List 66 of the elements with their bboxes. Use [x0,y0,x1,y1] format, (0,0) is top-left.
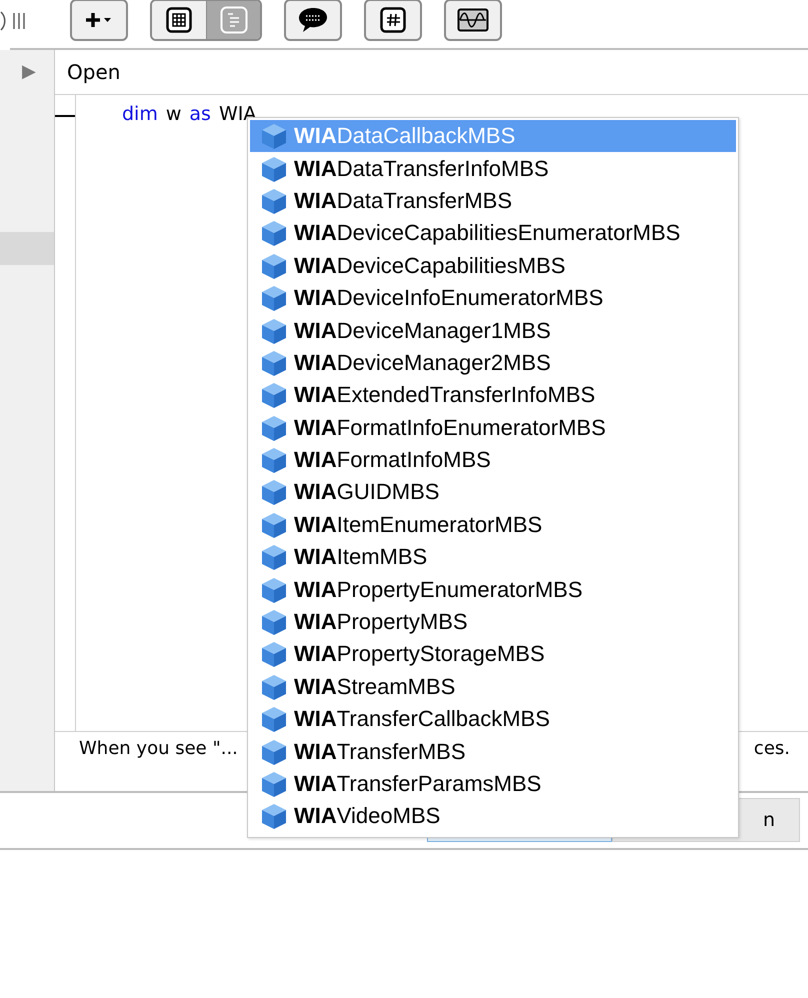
code-keyword: as [189,103,211,127]
autocomplete-item[interactable]: WIADataTransferMBS [250,184,736,218]
autocomplete-item[interactable]: WIATransferParamsMBS [250,768,736,800]
cube-icon [260,672,288,701]
cube-icon [260,478,288,506]
help-text: ces. [754,738,790,761]
autocomplete-item[interactable]: WIAGUIDMBS [250,476,736,509]
autocomplete-item[interactable]: WIATransferCallbackMBS [250,703,736,736]
cube-icon [260,446,288,474]
autocomplete-item[interactable]: WIADeviceCapabilitiesEnumeratorMBS [250,217,736,250]
cube-icon [260,640,288,668]
grid-icon [166,7,192,33]
cube-icon [260,122,288,150]
cube-icon [260,348,288,377]
cube-icon [260,284,288,312]
autocomplete-item[interactable]: WIAFormatInfoEnumeratorMBS [250,412,736,444]
cube-icon [260,510,288,539]
code-keyword: dim [122,103,158,127]
autocomplete-item[interactable]: WIAExtendedTransferInfoMBS [250,379,736,412]
cube-icon [260,770,288,798]
toolbar-button[interactable] [364,0,422,41]
cube-icon [260,738,288,766]
code-text: w [166,103,182,127]
autocomplete-item[interactable]: WIADeviceManager2MBS [250,346,736,380]
autocomplete-item[interactable]: WIAFormatInfoMBS [250,444,736,476]
sidebar-highlight [0,232,54,265]
bracket-icon [0,11,6,31]
waveform-icon [457,8,489,32]
section-header: Open [55,50,808,95]
cube-icon [260,802,288,830]
autocomplete-item[interactable]: WIAItemEnumeratorMBS [250,508,736,542]
cube-icon [260,252,288,280]
cube-icon [260,316,288,345]
view-toggle-button[interactable] [152,1,206,39]
autocomplete-item[interactable]: WIADeviceManager1MBS [250,314,736,347]
autocomplete-item[interactable]: WIAPropertyStorageMBS [250,638,736,671]
cube-icon [260,219,288,248]
fold-line-icon [55,115,75,117]
document-icon [220,6,248,34]
autocomplete-item[interactable]: WIAItemMBS [250,541,736,574]
toolbar-button[interactable] [70,0,128,41]
autocomplete-item[interactable]: WIADeviceInfoEnumeratorMBS [250,282,736,314]
cube-icon [260,381,288,410]
cube-icon [260,608,288,636]
view-toggle-button[interactable] [206,1,260,39]
autocomplete-item[interactable]: WIADeviceCapabilitiesMBS [250,250,736,282]
cube-icon [260,576,288,604]
toolbar-button[interactable] [284,0,342,41]
bars-icon [12,12,26,30]
cube-icon [260,705,288,734]
cube-icon [260,414,288,442]
plus-caret-icon [85,11,113,29]
autocomplete-item[interactable]: WIAVideoMBS [250,800,736,833]
speech-bubble-icon [298,6,328,34]
autocomplete-item[interactable]: WIADataTransferInfoMBS [250,152,736,185]
cube-icon [260,543,288,572]
autocomplete-item[interactable]: WIATransferMBS [250,735,736,768]
toolbar-button[interactable] [444,0,502,41]
autocomplete-item[interactable]: WIAPropertyMBS [250,606,736,638]
cube-icon [260,154,288,183]
expand-arrow-icon[interactable]: ▶ [22,60,54,84]
help-text: When you see "... [79,738,238,761]
hash-icon [380,7,406,33]
autocomplete-item[interactable]: WIAStreamMBS [250,670,736,704]
cube-icon [260,186,288,215]
autocomplete-item[interactable]: WIAPropertyEnumeratorMBS [250,573,736,606]
